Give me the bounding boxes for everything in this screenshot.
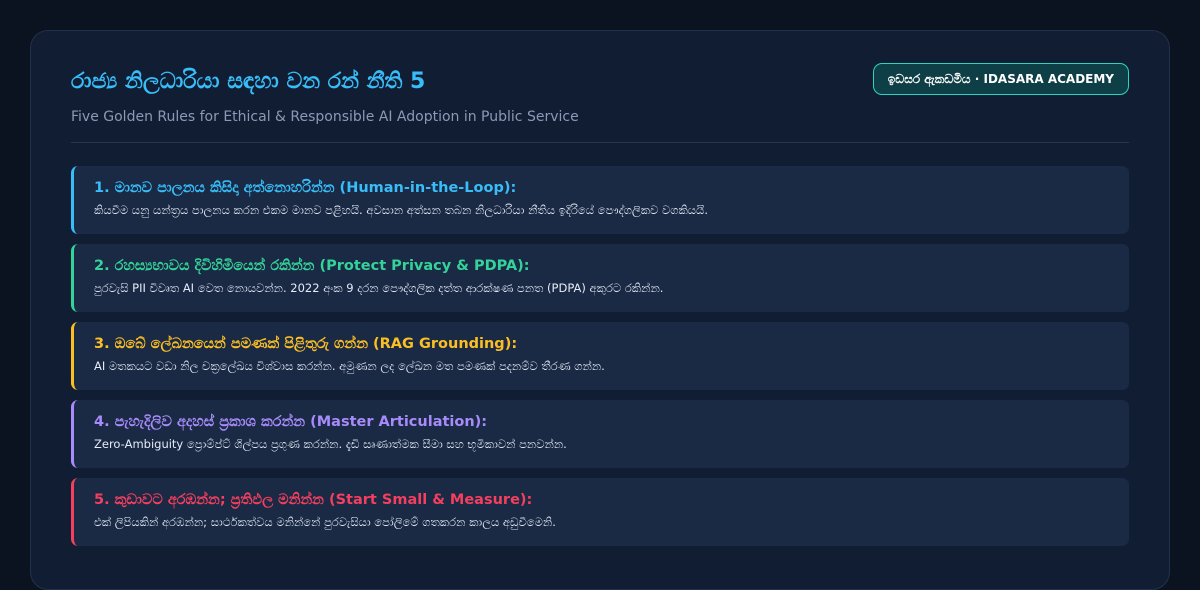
rule-title: 5. කුඩාවට අරඹන්න; ප්‍රතිඵල මනින්න (Start… [94,492,533,508]
rule-description: Zero-Ambiguity ප්‍රොම්ප්ට් ශිල්පය ප්‍රගු… [94,437,567,451]
rules-panel: රාජ්‍ය නිලධාරියා සඳහා වන රන් නීති 5 Five… [30,30,1170,590]
rule-title: 4. පැහැදිලිව අදහස් ප්‍රකාශ කරන්න (Master… [94,414,488,430]
rule-card-1: 1. මානව පාලනය කිසිදා අත්නොහරින්න (Human-… [71,166,1129,234]
page-subtitle: Five Golden Rules for Ethical & Responsi… [71,109,579,125]
rule-description: එක් ලිපියකින් අරඹන්න; සාර්ථකත්වය මනින්නේ… [94,515,556,529]
rule-description: පුරවැසි PII විවෘත AI වෙත නොයවන්න. 2022 අ… [94,281,664,295]
rule-title: 2. රහස්‍යභාවය දිවිහිමියෙන් රකින්න (Prote… [94,258,530,274]
rule-card-5: 5. කුඩාවට අරඹන්න; ප්‍රතිඵල මනින්න (Start… [71,478,1129,546]
rule-title: 3. ඔබේ ලේඛනයෙන් පමණක් පිළිතුරු ගන්න (RAG… [94,336,518,352]
rules-list: 1. මානව පාලනය කිසිදා අත්නොහරින්න (Human-… [71,166,1129,556]
rule-description: AI මතකයට වඩා නිල චක්‍රලේඛය විශ්වාස කරන්න… [94,359,605,373]
rule-card-4: 4. පැහැදිලිව අදහස් ප්‍රකාශ කරන්න (Master… [71,400,1129,468]
academy-badge: ඉඩසර ඇකඩමිය · IDASARA ACADEMY [872,63,1129,95]
panel-header: රාජ්‍ය නිලධාරියා සඳහා වන රන් නීති 5 Five… [71,63,1129,143]
rule-card-3: 3. ඔබේ ලේඛනයෙන් පමණක් පිළිතුරු ගන්න (RAG… [71,322,1129,390]
rule-description: කියවීම යනු යන්ත්‍රය පාලනය කරන එකම මානව ප… [94,203,708,217]
rule-card-2: 2. රහස්‍යභාවය දිවිහිමියෙන් රකින්න (Prote… [71,244,1129,312]
rule-title: 1. මානව පාලනය කිසිදා අත්නොහරින්න (Human-… [94,180,517,196]
page-title: රාජ්‍ය නිලධාරියා සඳහා වන රන් නීති 5 [71,69,426,94]
